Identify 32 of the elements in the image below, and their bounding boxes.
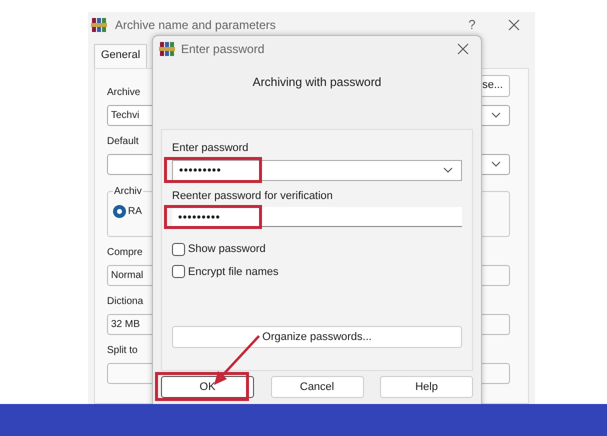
password-field[interactable]: ••••••••• xyxy=(172,207,462,227)
chevron-down-icon xyxy=(491,161,501,167)
field-label: Reenter password for verification xyxy=(172,188,334,204)
dialog-heading: Archiving with password xyxy=(252,74,382,91)
field-label: Split to xyxy=(107,344,138,358)
checkbox[interactable] xyxy=(172,265,185,278)
close-button[interactable] xyxy=(455,41,471,57)
close-button[interactable] xyxy=(506,16,522,32)
window-title: Archive name and parameters xyxy=(115,16,277,34)
archive-app-icon xyxy=(159,41,175,57)
archive-app-icon xyxy=(91,16,107,32)
help-button[interactable]: ? xyxy=(462,14,482,34)
dialog-button[interactable]: OK xyxy=(161,376,254,398)
field-label: Default xyxy=(107,134,139,148)
dialog-button[interactable]: Cancel xyxy=(270,376,364,398)
dialog-title: Enter password xyxy=(181,41,266,58)
chevron-down-icon xyxy=(491,112,501,118)
annotation-arrow xyxy=(214,335,260,385)
field-label: Dictiona xyxy=(107,294,144,308)
field-label: Archive xyxy=(107,86,140,100)
radio-button[interactable] xyxy=(113,204,126,218)
dialog-button[interactable]: Help xyxy=(380,376,473,398)
field-label: Enter password xyxy=(172,141,250,156)
radio-label: RA xyxy=(128,204,142,218)
field-label: Compre xyxy=(107,246,143,260)
checkbox-label: Show password xyxy=(188,242,266,257)
tab[interactable]: General xyxy=(94,44,148,68)
organize-passwords-button[interactable]: Organize passwords... xyxy=(172,326,462,348)
password-field[interactable]: ••••••••• xyxy=(172,160,462,180)
chevron-down-icon xyxy=(443,167,453,173)
checkbox-label: Encrypt file names xyxy=(188,264,278,280)
checkbox[interactable] xyxy=(172,242,185,256)
